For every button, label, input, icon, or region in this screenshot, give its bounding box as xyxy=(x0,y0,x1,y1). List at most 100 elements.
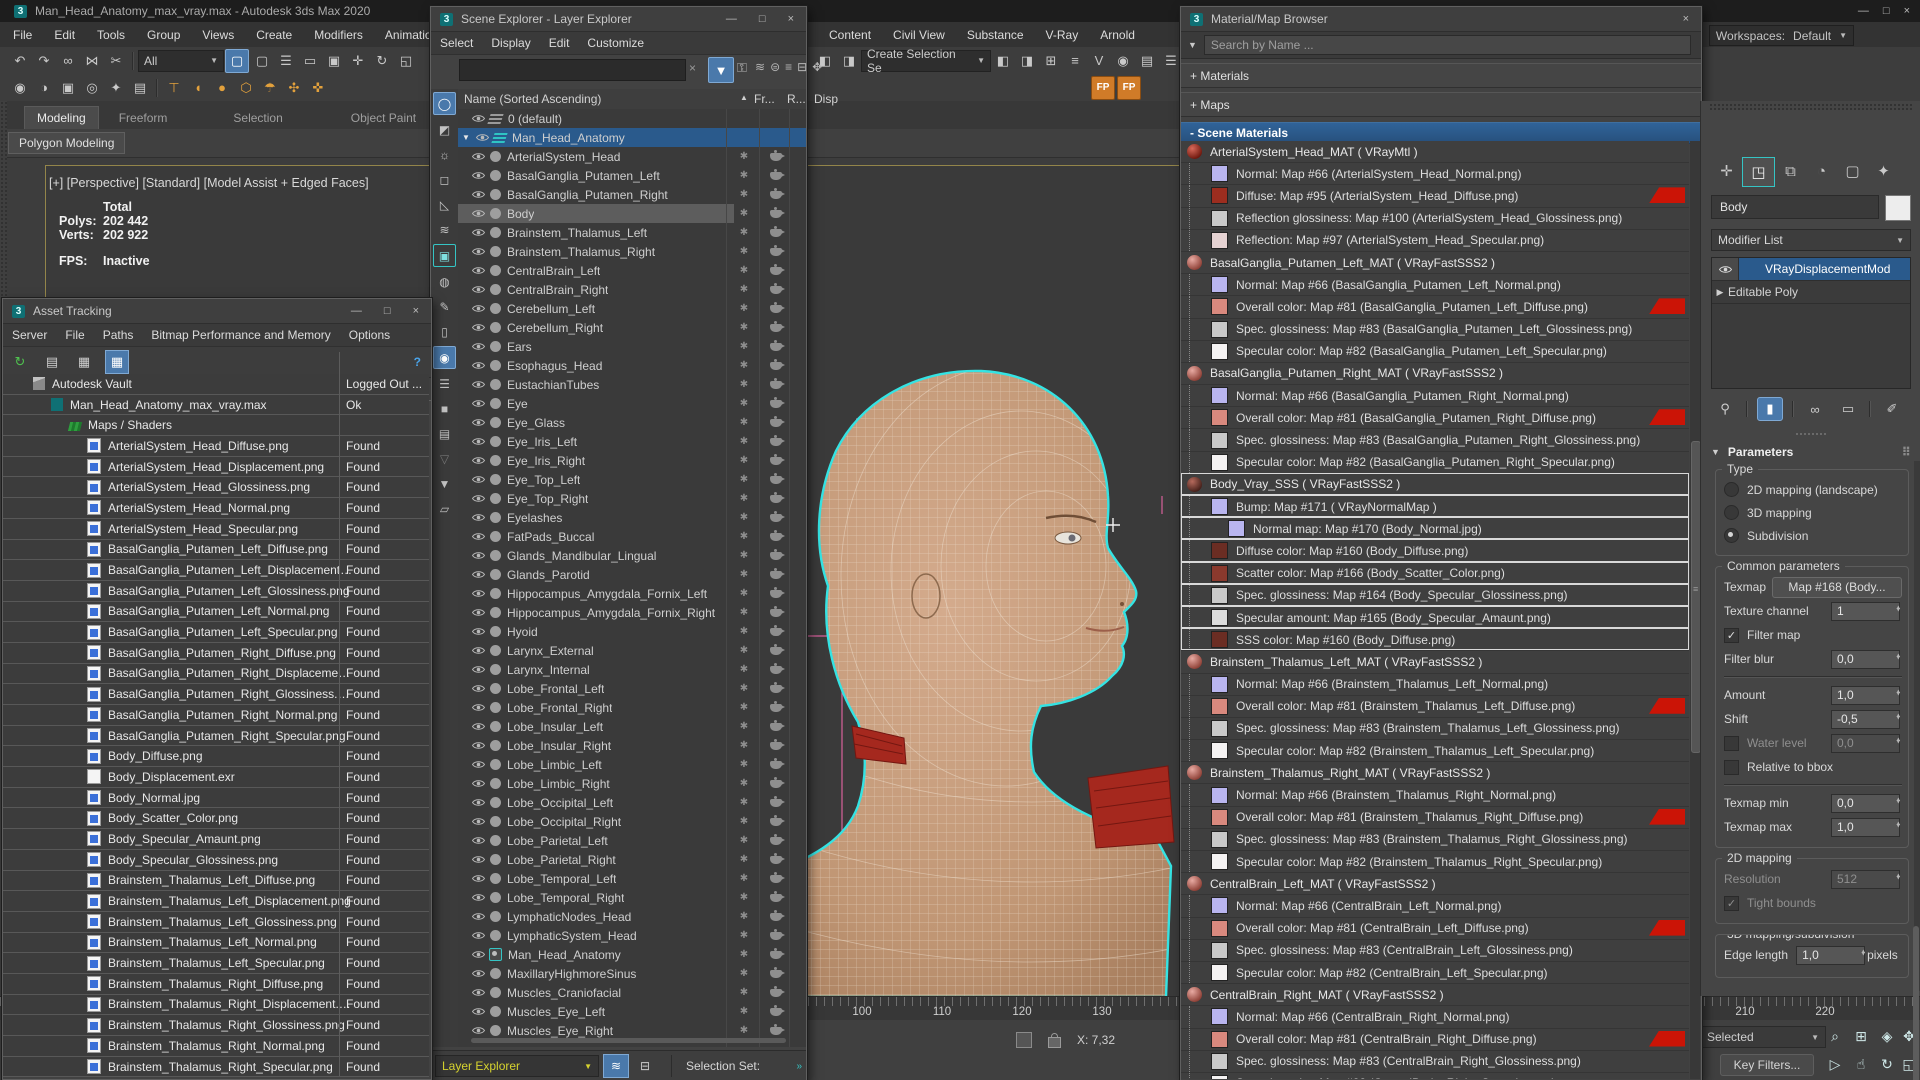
visibility-eye-icon[interactable] xyxy=(472,114,485,123)
frozen-column-header[interactable]: Fr... xyxy=(754,92,775,106)
material-tree-row[interactable]: CentralBrain_Right_MAT ( VRayFastSSS2 ) xyxy=(1181,984,1689,1007)
material-tree-row[interactable]: Normal: Map #66 (ArterialSystem_Head_Nor… xyxy=(1181,163,1689,186)
renderable-teapot-icon[interactable] xyxy=(770,947,785,959)
modifier-row-vraydisplacementmod[interactable]: VRayDisplacementMod xyxy=(1712,258,1910,281)
minimize-button[interactable]: — xyxy=(726,13,737,25)
freeze-icon[interactable]: ✱ xyxy=(734,949,754,960)
display-filter-icon[interactable]: ■ xyxy=(434,398,455,419)
asset-toolbar-icon[interactable]: ▦ xyxy=(105,350,129,374)
renderable-teapot-icon[interactable] xyxy=(770,662,785,674)
close-button[interactable]: × xyxy=(1904,5,1910,17)
visibility-eye-icon[interactable] xyxy=(472,304,485,313)
material-tree-row[interactable]: Overall color: Map #81 (BasalGanglia_Put… xyxy=(1181,296,1689,319)
menu-item[interactable]: Modifiers xyxy=(303,22,374,47)
show-in-viewport-flag-icon[interactable] xyxy=(1649,919,1685,936)
modifier-list-dropdown[interactable]: Modifier List ▼ xyxy=(1711,229,1911,251)
asset-row[interactable]: Brainstem_Thalamus_Right_Diffuse.png Fou… xyxy=(3,973,429,995)
asset-row[interactable]: Body_Displacement.exr Found xyxy=(3,767,429,788)
asset-row[interactable]: ArterialSystem_Head_Normal.png Found xyxy=(3,498,429,519)
scene-object-row[interactable]: Brainstem_Thalamus_Left ✱ xyxy=(458,223,806,242)
scene-object-row[interactable]: FatPads_Buccal ✱ xyxy=(458,527,806,546)
material-tree-row[interactable]: Normal: Map #66 (BasalGanglia_Putamen_Ri… xyxy=(1181,385,1689,408)
freeze-icon[interactable]: ✱ xyxy=(734,607,754,618)
material-browser-titlebar[interactable]: 3 Material/Map Browser × xyxy=(1181,7,1701,32)
material-tree-row[interactable]: BasalGanglia_Putamen_Right_MAT ( VRayFas… xyxy=(1181,362,1689,386)
scene-object-row[interactable]: LymphaticNodes_Head ✱ xyxy=(458,907,806,926)
freeze-icon[interactable]: ✱ xyxy=(734,778,754,789)
pin-stack-icon[interactable]: ⚲ xyxy=(1713,398,1737,420)
freeze-icon[interactable]: ✱ xyxy=(734,398,754,409)
visibility-eye-icon[interactable] xyxy=(472,399,485,408)
asset-row[interactable]: BasalGanglia_Putamen_Right_Normal.png Fo… xyxy=(3,705,429,726)
display-filter-icon[interactable]: ◺ xyxy=(434,194,455,215)
remove-modifier-icon[interactable]: ▭ xyxy=(1836,398,1860,420)
scene-toolbar-icon[interactable]: ⊟ xyxy=(797,60,807,74)
menu-item[interactable]: Customize xyxy=(578,32,653,54)
material-tree-row[interactable]: Reflection: Map #97 (ArterialSystem_Head… xyxy=(1181,229,1689,252)
viewport-label[interactable]: [+] [Perspective] [Standard] [Model Assi… xyxy=(49,176,369,190)
asset-row[interactable]: Maps / Shaders xyxy=(3,415,429,437)
asset-row[interactable]: Man_Head_Anatomy_max_vray.max Ok xyxy=(3,394,429,416)
material-tree-row[interactable]: Diffuse: Map #95 (ArterialSystem_Head_Di… xyxy=(1181,185,1689,208)
scene-object-row[interactable]: Lobe_Occipital_Right ✱ xyxy=(458,812,806,831)
asset-row[interactable]: ArterialSystem_Head_Diffuse.png Found xyxy=(3,436,429,457)
ribbon-tab-modeling[interactable]: Modeling xyxy=(24,106,99,129)
scene-object-row[interactable]: Eye_Top_Right ✱ xyxy=(458,489,806,508)
menu-item[interactable]: Views xyxy=(191,22,245,47)
toolbar-icon[interactable]: ▤ xyxy=(129,77,151,99)
visibility-eye-icon[interactable] xyxy=(472,950,485,959)
asset-row[interactable]: ArterialSystem_Head_Specular.png Found xyxy=(3,518,429,540)
renderable-teapot-icon[interactable] xyxy=(770,415,785,427)
freeze-icon[interactable]: ✱ xyxy=(734,455,754,466)
zoom-extents-icon[interactable]: ◈ xyxy=(1876,1026,1898,1046)
toolbar-icon[interactable]: ↷ xyxy=(33,50,55,72)
renderable-teapot-icon[interactable] xyxy=(770,301,785,313)
freeze-icon[interactable]: ✱ xyxy=(734,645,754,656)
toolbar-icon[interactable]: ✦ xyxy=(105,77,127,99)
visibility-eye-icon[interactable] xyxy=(472,152,485,161)
asset-row[interactable]: BasalGanglia_Putamen_Left_Normal.png Fou… xyxy=(3,601,429,623)
zoom-icon[interactable]: ⌕ xyxy=(1824,1026,1846,1046)
toolbar-icon[interactable]: V xyxy=(1088,50,1110,72)
freeze-icon[interactable]: ✱ xyxy=(734,797,754,808)
visibility-eye-icon[interactable] xyxy=(472,722,485,731)
radio-2d-mapping[interactable]: 2D mapping (landscape) xyxy=(1724,478,1902,501)
freeze-icon[interactable]: ✱ xyxy=(734,702,754,713)
freeze-icon[interactable]: ✱ xyxy=(734,835,754,846)
renderable-teapot-icon[interactable] xyxy=(770,453,785,465)
visibility-eye-icon[interactable] xyxy=(472,684,485,693)
visibility-eye-icon[interactable] xyxy=(472,703,485,712)
material-tree-row[interactable]: Spec. glossiness: Map #83 (CentralBrain_… xyxy=(1181,939,1689,962)
visibility-eye-icon[interactable] xyxy=(476,133,489,142)
toolbar-icon[interactable]: ↻ xyxy=(371,50,393,72)
display-filter-icon[interactable]: ▤ xyxy=(434,423,455,444)
scene-object-row[interactable]: EustachianTubes ✱ xyxy=(458,375,806,394)
asset-row[interactable]: Brainstem_Thalamus_Left_Glossiness.png F… xyxy=(3,911,429,933)
material-tree-row[interactable]: Overall color: Map #81 (CentralBrain_Lef… xyxy=(1181,917,1689,940)
toolbar-icon[interactable]: ▤ xyxy=(1136,50,1158,72)
toolbar-icon[interactable]: ☂ xyxy=(259,77,281,99)
minimize-button[interactable]: — xyxy=(351,305,362,317)
scene-object-row[interactable]: Larynx_External ✱ xyxy=(458,641,806,660)
asset-row[interactable]: Brainstem_Thalamus_Left_Normal.png Found xyxy=(3,932,429,954)
freeze-icon[interactable]: ✱ xyxy=(734,626,754,637)
renderable-teapot-icon[interactable] xyxy=(770,852,785,864)
visibility-eye-icon[interactable] xyxy=(472,779,485,788)
renderable-teapot-icon[interactable] xyxy=(770,586,785,598)
anatomy-head-model[interactable] xyxy=(746,356,1196,997)
toolbar-icon[interactable]: ✛ xyxy=(347,50,369,72)
scene-object-row[interactable]: Man_Head_Anatomy ✱ xyxy=(458,945,806,964)
toolbar-icon[interactable]: ⊤ xyxy=(163,77,185,99)
maximize-button[interactable]: □ xyxy=(759,13,766,25)
toolbar-icon[interactable]: ☰ xyxy=(1160,50,1182,72)
freeze-icon[interactable]: ✱ xyxy=(734,303,754,314)
asset-row[interactable]: Brainstem_Thalamus_Right_Normal.png Foun… xyxy=(3,1036,429,1057)
renderable-teapot-icon[interactable] xyxy=(770,795,785,807)
freeze-icon[interactable]: ✱ xyxy=(734,246,754,257)
freeze-icon[interactable]: ✱ xyxy=(734,550,754,561)
display-filter-icon[interactable]: ☼ xyxy=(434,144,455,165)
scene-object-row[interactable]: Hyoid ✱ xyxy=(458,622,806,641)
scene-object-row[interactable]: LymphaticSystem_Head ✱ xyxy=(458,926,806,945)
renderable-teapot-icon[interactable] xyxy=(770,263,785,275)
scene-object-row[interactable]: Hippocampus_Amygdala_Fornix_Right ✱ xyxy=(458,603,806,622)
